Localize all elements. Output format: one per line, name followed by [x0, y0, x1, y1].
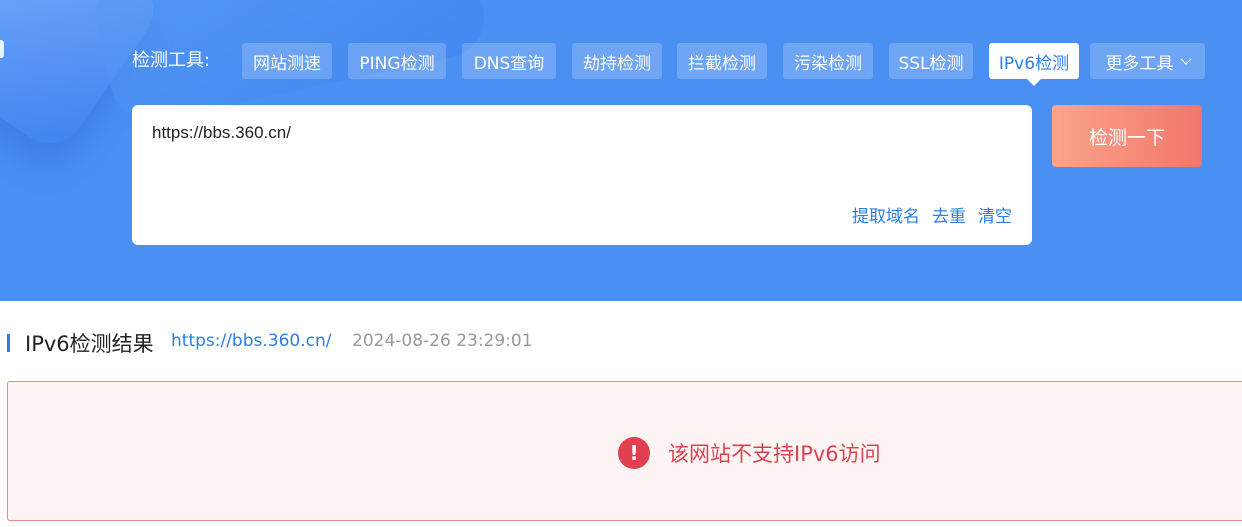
tools-label: 检测工具: — [132, 50, 211, 71]
section-marker — [7, 334, 10, 352]
result-timestamp: 2024-08-26 23:29:01 — [352, 331, 533, 351]
tab-pollution-check[interactable]: 污染检测 — [783, 43, 873, 79]
tab-ipv6-check[interactable]: IPv6检测 — [989, 43, 1079, 86]
url-input[interactable] — [152, 123, 1012, 183]
decorative-chip — [0, 40, 4, 58]
more-tools-label: 更多工具 — [1105, 53, 1174, 74]
extract-domain-link[interactable]: 提取域名 — [852, 202, 920, 227]
tab-ping-check[interactable]: PING检测 — [348, 43, 446, 79]
result-header: IPv6检测结果 https://bbs.360.cn/ 2024-08-26 … — [0, 326, 1242, 358]
tab-ssl-check[interactable]: SSL检测 — [889, 43, 973, 79]
chevron-down-icon — [1179, 52, 1192, 65]
tab-more-tools[interactable]: 更多工具 — [1090, 43, 1205, 79]
tab-block-check[interactable]: 拦截检测 — [677, 43, 767, 79]
result-title: IPv6检测结果 — [25, 332, 154, 356]
error-icon: ! — [618, 437, 650, 469]
hero-banner: 检测工具: 网站测速 PING检测 DNS查询 劫持检测 拦截检测 污染检测 S… — [0, 0, 1242, 301]
clear-link[interactable]: 清空 — [978, 202, 1012, 227]
result-message: ! 该网站不支持IPv6访问 — [618, 437, 881, 469]
result-url-link[interactable]: https://bbs.360.cn/ — [171, 331, 331, 351]
tab-hijack-check[interactable]: 劫持检测 — [572, 43, 662, 79]
tab-dns-query[interactable]: DNS查询 — [462, 43, 556, 79]
url-input-panel: 提取域名 去重 清空 — [132, 105, 1032, 245]
tab-website-speed[interactable]: 网站测速 — [242, 43, 332, 79]
input-actions: 提取域名 去重 清空 — [852, 202, 1012, 227]
dedupe-link[interactable]: 去重 — [932, 202, 966, 227]
result-message-text: 该网站不支持IPv6访问 — [668, 442, 881, 466]
result-panel: ! 该网站不支持IPv6访问 — [7, 381, 1242, 521]
check-button[interactable]: 检测一下 — [1052, 105, 1202, 167]
